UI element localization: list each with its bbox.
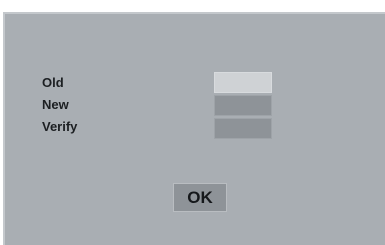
verify-password-field[interactable] (214, 118, 272, 139)
verify-password-label: Verify (42, 119, 78, 134)
ok-button[interactable]: OK (173, 183, 227, 212)
new-password-label: New (42, 97, 69, 112)
password-dialog: Old New Verify OK (3, 12, 385, 245)
old-password-label: Old (42, 75, 64, 90)
new-password-field[interactable] (214, 95, 272, 116)
old-password-field[interactable] (214, 72, 272, 93)
